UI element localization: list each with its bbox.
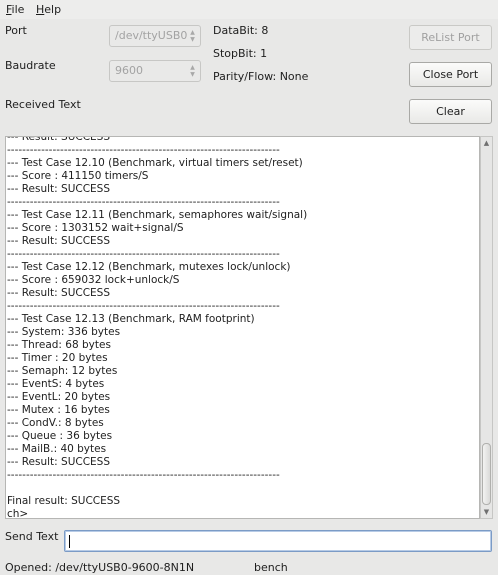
received-line: --- MailB.: 40 bytes — [7, 443, 107, 455]
menu-help-label: elp — [44, 3, 62, 16]
received-line: --- Test Case 12.13 (Benchmark, RAM foot… — [7, 313, 255, 325]
stopbit-label: StopBit: 1 — [213, 47, 268, 60]
close-port-button[interactable]: Close Port — [409, 62, 492, 87]
received-line: --- Result: SUCCESS — [7, 456, 111, 468]
received-line: --- Mutex : 16 bytes — [7, 404, 110, 416]
received-line: ch> — [7, 508, 29, 519]
received-line: ----------------------------------------… — [7, 248, 280, 260]
received-line: --- Result: SUCCESS — [7, 136, 111, 143]
received-line: --- Test Case 12.12 (Benchmark, mutexes … — [7, 261, 291, 273]
received-line: --- Timer : 20 bytes — [7, 352, 108, 364]
received-line: --- Semaph: 12 bytes — [7, 365, 118, 377]
received-line: --- Thread: 68 bytes — [7, 339, 111, 351]
received-line: --- EventL: 20 bytes — [7, 391, 111, 403]
scroll-down-icon[interactable]: ▼ — [481, 506, 492, 518]
databit-label: DataBit: 8 — [213, 24, 269, 37]
received-line: --- Queue : 36 bytes — [7, 430, 113, 442]
received-line — [6, 482, 479, 495]
port-label: Port — [5, 24, 27, 37]
received-line: Final result: SUCCESS — [7, 495, 121, 507]
spin-arrows-icon: ▲ ▼ — [190, 29, 195, 43]
received-line: --- System: 336 bytes — [7, 326, 121, 338]
port-select[interactable]: /dev/ttyUSB0 ▲ ▼ — [109, 25, 201, 47]
received-line: ----------------------------------------… — [7, 144, 280, 156]
send-text-label: Send Text — [5, 530, 59, 543]
relist-port-button[interactable]: ReList Port — [409, 25, 492, 50]
received-line: --- Score : 1303152 wait+signal/S — [7, 222, 184, 234]
baudrate-label: Baudrate — [5, 59, 56, 72]
received-line: ----------------------------------------… — [7, 196, 280, 208]
received-line: --- CondV.: 8 bytes — [7, 417, 104, 429]
received-line: --- EventS: 4 bytes — [7, 378, 105, 390]
parity-flow-label: Parity/Flow: None — [213, 70, 309, 83]
scroll-up-icon[interactable]: ▲ — [481, 137, 492, 149]
received-line: ----------------------------------------… — [7, 469, 280, 481]
text-caret — [69, 535, 70, 548]
received-line: --- Result: SUCCESS — [7, 235, 111, 247]
menu-file-label: ile — [11, 3, 25, 16]
status-message: bench — [254, 561, 288, 574]
send-text-input[interactable] — [64, 530, 492, 552]
received-line: --- Result: SUCCESS — [7, 287, 111, 299]
received-text-content: --- Result: SUCCESS ---------------------… — [6, 136, 479, 519]
received-scrollbar[interactable]: ▲ ▼ — [480, 136, 493, 519]
menu-help[interactable]: Help — [36, 3, 61, 16]
scroll-thumb[interactable] — [482, 443, 491, 505]
spin-arrows-icon: ▲ ▼ — [190, 64, 195, 78]
received-text-area[interactable]: --- Result: SUCCESS ---------------------… — [5, 136, 480, 519]
menu-bar: File Help — [0, 0, 498, 19]
clear-button[interactable]: Clear — [409, 99, 492, 124]
received-line: ----------------------------------------… — [7, 300, 280, 312]
baudrate-select[interactable]: 9600 ▲ ▼ — [109, 60, 201, 82]
port-value: /dev/ttyUSB0 — [115, 29, 188, 42]
menu-file[interactable]: File — [6, 3, 24, 16]
baudrate-value: 9600 — [115, 64, 143, 77]
received-text-label: Received Text — [5, 98, 81, 111]
received-line: --- Score : 659032 lock+unlock/S — [7, 274, 180, 286]
received-line: --- Test Case 12.11 (Benchmark, semaphor… — [7, 209, 308, 221]
received-line: --- Test Case 12.10 (Benchmark, virtual … — [7, 157, 303, 169]
status-connection: Opened: /dev/ttyUSB0-9600-8N1N — [5, 561, 195, 574]
received-line: --- Result: SUCCESS — [7, 183, 111, 195]
received-line: --- Score : 411150 timers/S — [7, 170, 149, 182]
